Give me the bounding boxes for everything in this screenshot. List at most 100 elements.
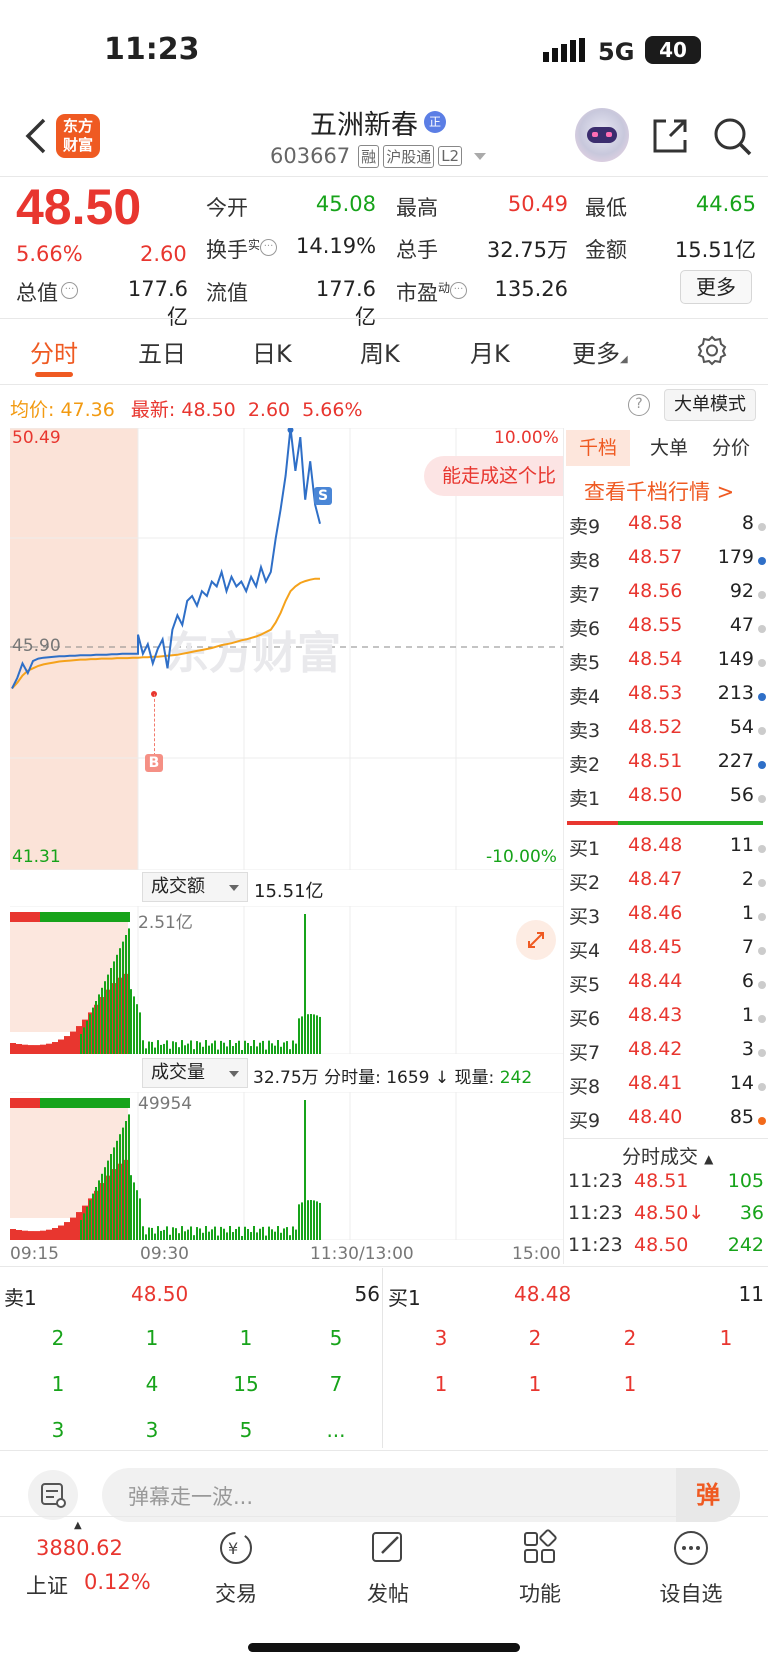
amount-open-bar — [83, 1027, 85, 1054]
view-levels-link[interactable]: 查看千档行情 > — [584, 476, 734, 506]
volume-auction-top-bar — [124, 1098, 130, 1108]
amount-auction-top-bar — [76, 912, 82, 922]
volume-bar — [286, 1227, 288, 1240]
bid-row[interactable]: 买5 48.44 6 — [565, 970, 768, 1004]
amount-bar — [217, 1049, 219, 1054]
amount-bar — [181, 1040, 183, 1054]
bid-price: 48.40 — [628, 1106, 683, 1128]
amount-auction-bar — [34, 1045, 40, 1054]
volume-auction-top-bar — [82, 1098, 88, 1108]
volume-auction-top-bar — [22, 1098, 28, 1108]
danmu-input[interactable]: 弹幕走一波... 弹 — [102, 1468, 740, 1522]
ask-row[interactable]: 卖2 48.51 227 — [565, 750, 768, 784]
back-button[interactable] — [22, 118, 52, 154]
volume-open-bar — [113, 1147, 115, 1240]
tab-price-dist[interactable]: 分价 — [706, 430, 756, 466]
ask-row[interactable]: 卖7 48.56 92 — [565, 580, 768, 614]
sell-marker[interactable]: S — [314, 487, 332, 505]
stock-name: 五洲新春 — [310, 109, 418, 141]
volume-auction-bar — [16, 1229, 22, 1240]
bid-row[interactable]: 买1 48.48 11 — [565, 834, 768, 868]
nav-post[interactable]: 发帖 — [338, 1528, 438, 1608]
dropdown-arrow-icon — [229, 1071, 239, 1077]
more-button[interactable]: 更多 — [680, 270, 752, 304]
queue-sell-order: 4 — [145, 1372, 159, 1396]
bid-row[interactable]: 买2 48.47 2 — [565, 868, 768, 902]
tab-daily-k[interactable]: 日K — [252, 334, 292, 369]
stock-code-row[interactable]: 603667 融 沪股通 L2 — [270, 144, 487, 168]
float-label: 流值 — [206, 281, 248, 305]
ask-volume: 92 — [729, 580, 754, 602]
gear-icon[interactable] — [696, 334, 728, 366]
ask-dot-icon — [758, 795, 766, 803]
buy-marker[interactable]: B — [145, 754, 163, 772]
ask-row[interactable]: 卖1 48.50 56 — [565, 784, 768, 818]
volume-auction-bar — [46, 1229, 52, 1240]
tick-volume: 105 — [727, 1170, 764, 1192]
ask-row[interactable]: 卖5 48.54 149 — [565, 648, 768, 682]
index-ticker[interactable]: ▲ 3880.62 上证 0.12% — [22, 1520, 162, 1610]
amount-selector[interactable]: 成交额 — [142, 872, 248, 902]
bid-volume: 6 — [741, 970, 754, 992]
tab-intraday[interactable]: 分时 — [30, 334, 78, 369]
amount-open-bar — [125, 935, 127, 1054]
volume-open-bar — [95, 1187, 97, 1240]
tab-big-orders[interactable]: 大单 — [644, 430, 694, 466]
pe-value: 135.26 — [494, 277, 568, 301]
tick-price: 48.50↓ — [634, 1202, 705, 1224]
share-icon[interactable] — [650, 116, 690, 156]
bid-row[interactable]: 买7 48.42 3 — [565, 1038, 768, 1072]
bid-row[interactable]: 买4 48.45 7 — [565, 936, 768, 970]
volume-bar — [172, 1227, 174, 1240]
bid-row[interactable]: 买3 48.46 1 — [565, 902, 768, 936]
ask-row[interactable]: 卖8 48.57 179 — [565, 546, 768, 580]
ask-row[interactable]: 卖3 48.52 54 — [565, 716, 768, 750]
amount-auction-top-bar — [118, 912, 124, 922]
nav-watchlist[interactable]: 设自选 — [641, 1528, 741, 1608]
info-icon: ··· — [260, 239, 278, 256]
bid-row[interactable]: 买8 48.41 14 — [565, 1072, 768, 1106]
nav-trade[interactable]: ¥ 交易 — [186, 1528, 286, 1608]
search-icon[interactable] — [712, 116, 754, 158]
ask-row[interactable]: 卖9 48.58 8 — [565, 512, 768, 546]
volume-open-bar — [104, 1167, 106, 1240]
danmu-send-button[interactable]: 弹 — [676, 1468, 740, 1522]
amount-auction-top-bar — [124, 912, 130, 922]
ask-row[interactable]: 卖4 48.53 213 — [565, 682, 768, 716]
volume-bar — [217, 1235, 219, 1240]
amount-auction-top-bar — [94, 912, 100, 922]
tab-weekly-k[interactable]: 周K — [360, 334, 400, 369]
bid-row[interactable]: 买9 48.40 85 — [565, 1106, 768, 1140]
tab-more[interactable]: 更多◢ — [572, 334, 628, 369]
big-order-mode-button[interactable]: 大单模式 — [664, 389, 756, 421]
ticks-title[interactable]: 分时成交 ▲ — [622, 1142, 713, 1169]
amount-auction-top-bar — [22, 912, 28, 922]
volume-bar — [262, 1226, 264, 1240]
volume-auction-top-bar — [100, 1098, 106, 1108]
battery-icon: 40 — [645, 36, 701, 64]
tab-five-day[interactable]: 五日 — [138, 334, 186, 369]
pe-label: 市盈动 ··· — [396, 277, 468, 307]
expand-icon[interactable] — [516, 920, 556, 960]
volume-bar — [199, 1228, 201, 1240]
promo-banner[interactable]: 能走成这个比 — [424, 456, 563, 496]
tab-monthly-k[interactable]: 月K — [470, 334, 510, 369]
info-icon: ··· — [450, 282, 468, 299]
help-icon[interactable]: ? — [628, 394, 650, 416]
volume-value: 32.75万 — [486, 238, 568, 262]
market-cap-label: 总值 ··· — [16, 277, 78, 307]
queue-sell-order: ... — [326, 1418, 346, 1442]
bid-row[interactable]: 买6 48.43 1 — [565, 1004, 768, 1038]
volume-auction-top-bar — [94, 1098, 100, 1108]
last-price: 48.50 — [16, 179, 142, 235]
tab-thousand-levels[interactable]: 千档 — [566, 430, 630, 466]
volume-selector[interactable]: 成交量 — [142, 1058, 248, 1088]
amount-bar — [130, 989, 132, 1054]
volume-auction-top-bar — [34, 1098, 40, 1108]
queue-sell-order: 3 — [145, 1418, 159, 1442]
bid-dot-icon — [758, 845, 766, 853]
nav-functions[interactable]: 功能 — [490, 1528, 590, 1608]
robot-avatar-icon[interactable] — [575, 108, 629, 162]
danmu-settings-icon[interactable] — [28, 1470, 78, 1520]
ask-row[interactable]: 卖6 48.55 47 — [565, 614, 768, 648]
